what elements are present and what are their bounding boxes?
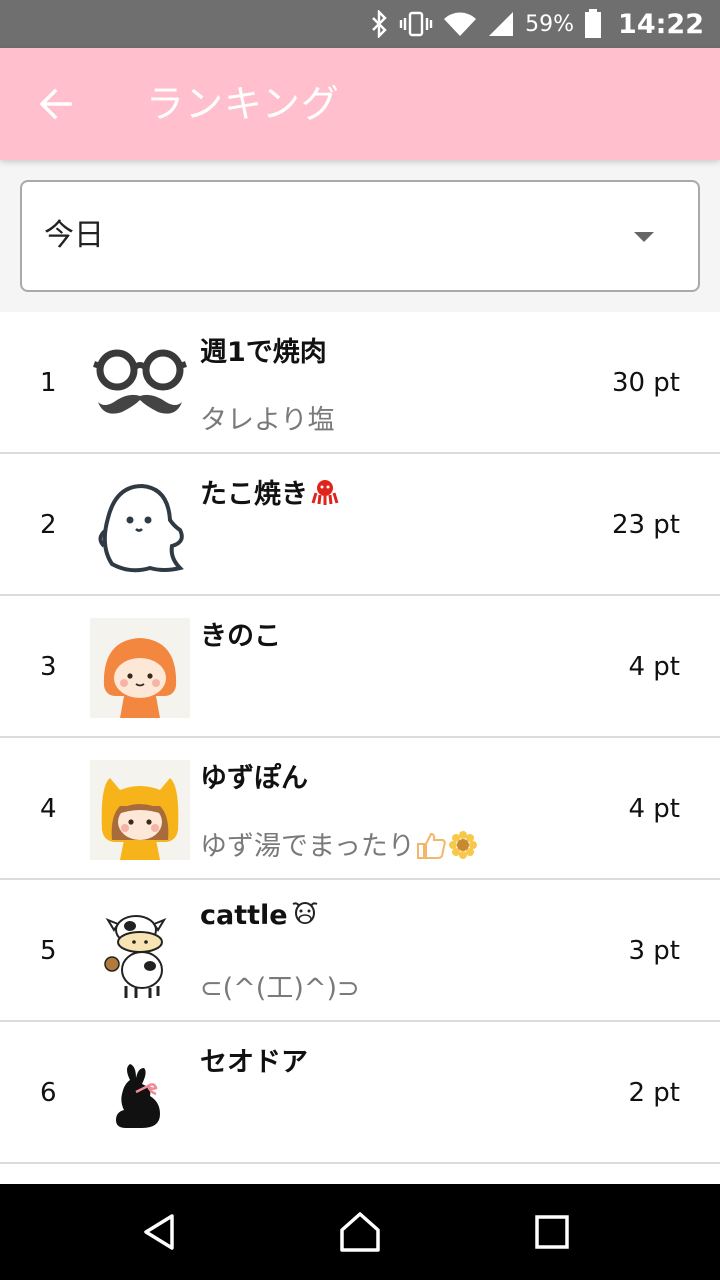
rank-number: 1 — [40, 368, 57, 398]
avatar-black-rabbit — [90, 1044, 190, 1144]
rank-status-text: ゆず湯でまったり — [200, 831, 415, 862]
ranking-row[interactable]: 6 セオドア 2 pt — [0, 1022, 720, 1164]
avatar-ghost — [90, 476, 190, 576]
rank-status: ゆず湯でまったり — [200, 824, 479, 863]
caret-down-icon — [634, 232, 654, 242]
status-bar: 59% 14:22 — [0, 0, 720, 48]
bluetooth-icon — [371, 10, 389, 38]
arrow-left-icon — [39, 88, 72, 120]
rank-name: ゆずぽん — [200, 763, 308, 794]
rank-name: セオドア — [200, 1047, 308, 1078]
ranking-row[interactable]: 4 ゆずぽん ゆず湯でまったり 4 pt — [0, 738, 720, 880]
clock: 14:22 — [618, 8, 704, 40]
home-icon — [340, 1212, 380, 1252]
app-bar: ランキング — [0, 48, 720, 160]
battery-percent: 59% — [525, 11, 575, 37]
rank-points: 2 pt — [628, 1078, 680, 1108]
rank-status: ⊂(^(工)^)⊃ — [200, 973, 360, 1004]
rank-number: 3 — [40, 652, 57, 682]
nav-home-button[interactable] — [332, 1204, 388, 1260]
rank-number: 6 — [40, 1078, 57, 1108]
ranking-row[interactable]: 3 きのこ 4 pt — [0, 596, 720, 738]
rank-name: きのこ — [200, 621, 281, 652]
rank-points: 4 pt — [628, 652, 680, 682]
wifi-icon — [443, 10, 477, 38]
cow-face-emoji-icon — [292, 902, 317, 924]
rank-name-text: たこ焼き — [200, 479, 308, 510]
nav-recents-button[interactable] — [524, 1204, 580, 1260]
avatar-cow — [90, 902, 190, 1002]
cell-signal-icon — [487, 10, 515, 38]
nav-back-button[interactable] — [132, 1204, 188, 1260]
avatar-mushroom-hood-girl — [90, 618, 190, 718]
avatar-glasses-mustache — [90, 334, 190, 434]
rank-number: 4 — [40, 794, 57, 824]
rank-name: 週1で焼肉 — [200, 337, 327, 368]
rank-number: 5 — [40, 936, 57, 966]
ranking-row[interactable]: 1 週1で焼肉 タレより塩 30 pt — [0, 312, 720, 454]
system-nav-bar — [0, 1184, 720, 1280]
ranking-row[interactable]: 2 たこ焼き 23 pt — [0, 454, 720, 596]
rank-name: たこ焼き — [200, 472, 340, 511]
rank-number: 2 — [40, 510, 57, 540]
rank-name-text: cattle — [200, 900, 288, 931]
page-title: ランキング — [146, 82, 340, 126]
octopus-emoji-icon — [311, 480, 339, 505]
rank-name: cattle — [200, 898, 320, 931]
thumbs-up-emoji-icon — [416, 832, 446, 859]
back-triangle-icon — [144, 1214, 174, 1250]
avatar-cat-hood-girl — [90, 760, 190, 860]
rank-points: 23 pt — [611, 510, 680, 540]
period-select[interactable]: 今日 — [20, 180, 700, 292]
sunflower-emoji-icon — [448, 831, 477, 859]
recents-square-icon — [535, 1215, 569, 1249]
rank-status: タレより塩 — [200, 405, 335, 436]
ranking-row[interactable]: 5 cattle ⊂(^(工)^)⊃ 3 pt — [0, 880, 720, 1022]
period-select-value: 今日 — [44, 218, 104, 253]
rank-points: 4 pt — [628, 794, 680, 824]
rank-points: 30 pt — [611, 368, 680, 398]
battery-icon — [584, 9, 602, 39]
vibrate-icon — [399, 10, 433, 38]
back-button[interactable] — [28, 76, 84, 132]
filter-area: 今日 — [0, 160, 720, 312]
ranking-list: 1 週1で焼肉 タレより塩 30 pt 2 たこ焼き 23 pt 3 きのこ 4… — [0, 312, 720, 1184]
rank-points: 3 pt — [628, 936, 680, 966]
